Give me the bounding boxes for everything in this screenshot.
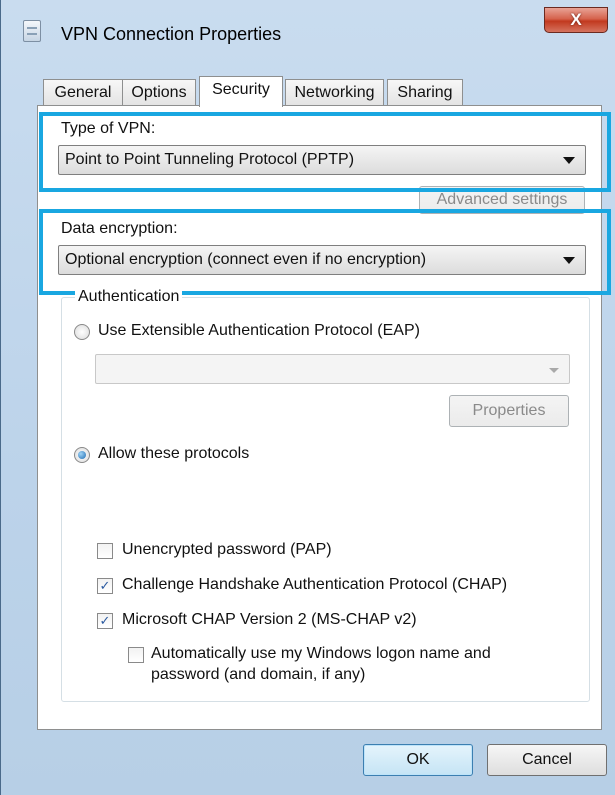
- eap-properties-button[interactable]: Properties: [449, 395, 569, 427]
- pap-label[interactable]: Unencrypted password (PAP): [122, 541, 332, 559]
- chevron-down-icon: [549, 368, 559, 373]
- auto-logon-checkbox[interactable]: [128, 647, 144, 663]
- auto-logon-label-line2[interactable]: password (and domain, if any): [151, 666, 365, 684]
- window-title: VPN Connection Properties: [61, 24, 282, 44]
- dialog-window: VPN Connection Properties X General Opti…: [0, 0, 615, 795]
- eap-method-dropdown[interactable]: [95, 354, 570, 384]
- allow-protocols-label[interactable]: Allow these protocols: [98, 445, 249, 463]
- document-icon: [23, 20, 41, 42]
- allow-protocols-radio[interactable]: [74, 447, 90, 463]
- tab-options[interactable]: Options: [122, 79, 196, 106]
- chap-label[interactable]: Challenge Handshake Authentication Proto…: [122, 576, 507, 594]
- eap-radio[interactable]: [74, 324, 90, 340]
- tab-sharing[interactable]: Sharing: [387, 79, 463, 106]
- tab-networking[interactable]: Networking: [285, 79, 384, 106]
- tab-general[interactable]: General: [43, 79, 123, 106]
- mschap-v2-checkbox[interactable]: ✓: [97, 613, 113, 629]
- title-bar[interactable]: VPN Connection Properties X: [1, 0, 615, 60]
- close-button[interactable]: X: [544, 7, 608, 33]
- data-encryption-highlight-box: [39, 209, 611, 295]
- cancel-button[interactable]: Cancel: [487, 744, 607, 776]
- authentication-title: Authentication: [75, 288, 183, 306]
- auto-logon-label-line1[interactable]: Automatically use my Windows logon name …: [151, 645, 491, 663]
- tab-security[interactable]: Security: [199, 76, 283, 107]
- pap-checkbox[interactable]: [97, 543, 113, 559]
- eap-label[interactable]: Use Extensible Authentication Protocol (…: [98, 322, 420, 340]
- ok-button[interactable]: OK: [363, 744, 473, 776]
- chap-checkbox[interactable]: ✓: [97, 578, 113, 594]
- vpn-type-highlight-box: [39, 112, 611, 192]
- mschap-v2-label[interactable]: Microsoft CHAP Version 2 (MS-CHAP v2): [122, 611, 417, 629]
